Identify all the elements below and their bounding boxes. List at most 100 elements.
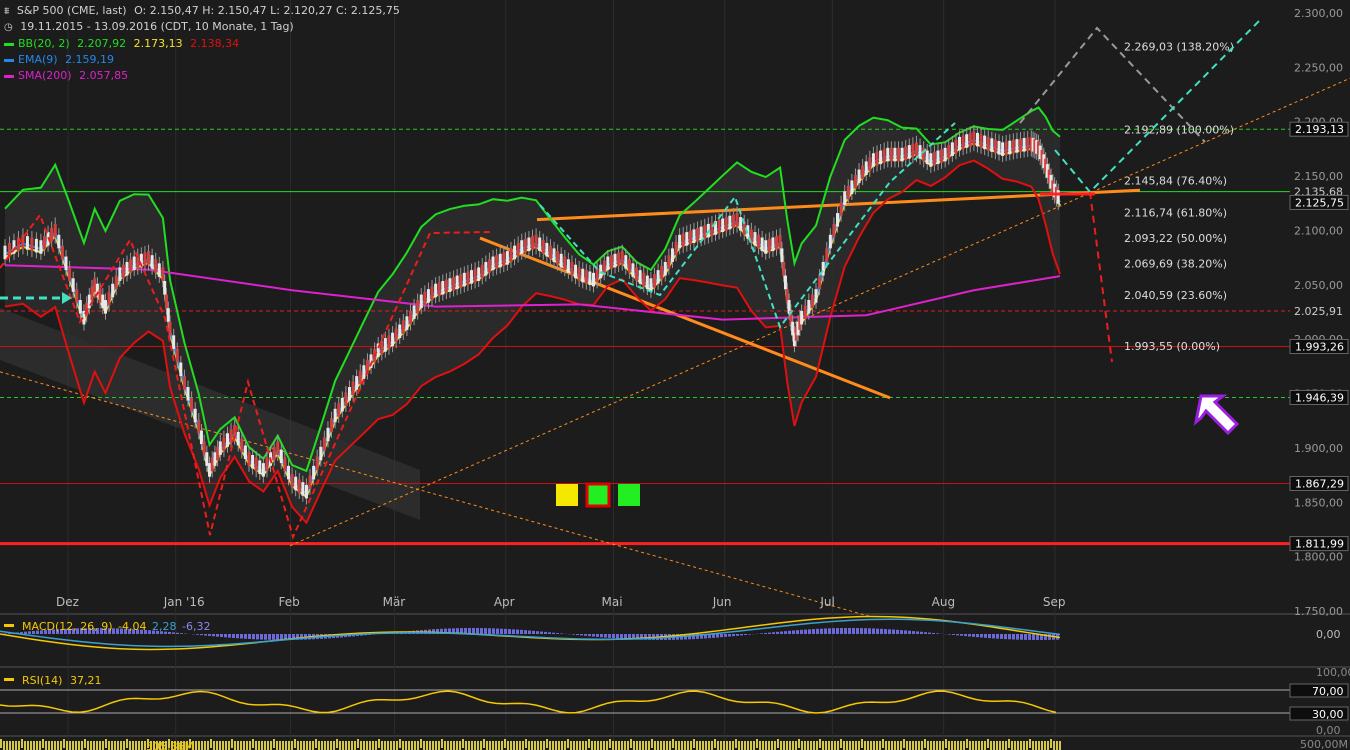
macd-histogram-bar <box>800 629 803 634</box>
volume-bar <box>858 741 860 750</box>
macd-histogram-bar <box>556 633 559 634</box>
candle-body <box>703 225 707 239</box>
volume-bar <box>435 741 437 750</box>
volume-bar <box>1002 741 1004 750</box>
volume-bar <box>894 741 896 750</box>
volume-bar <box>765 741 767 750</box>
candle-body <box>459 274 463 288</box>
volume-bar <box>960 741 962 750</box>
macd-histogram-bar <box>876 628 879 634</box>
volume-bar <box>876 741 878 750</box>
volume-bar <box>606 741 608 750</box>
volume-bar <box>834 741 836 750</box>
macd-histogram-bar <box>916 631 919 634</box>
volume-bar <box>129 741 131 750</box>
macd-histogram-bar <box>1004 634 1007 640</box>
macd-histogram-bar <box>736 634 739 636</box>
macd-histogram-bar <box>764 633 767 634</box>
macd-histogram-bar <box>148 630 151 634</box>
volume-bar <box>828 741 830 750</box>
volume-bar <box>957 741 959 750</box>
candle-body <box>222 437 226 451</box>
legend-bb-name: BB(20, 2) <box>18 37 70 50</box>
macd-histogram-bar <box>848 628 851 634</box>
volume-bar <box>345 741 347 750</box>
rsi-100-label: 100,00 <box>1316 666 1350 679</box>
macd-histogram-bar <box>536 631 539 634</box>
macd-histogram-bar <box>780 631 783 634</box>
macd-histogram-bar <box>1020 634 1023 640</box>
macd-zero-label: 0,00 <box>1316 628 1341 641</box>
candle-body <box>783 275 787 290</box>
macd-label: MACD(12, 26, 9) <box>22 620 113 633</box>
volume-bar <box>45 741 47 750</box>
volume-bar <box>705 741 707 750</box>
volume-bar <box>1044 741 1046 750</box>
candle-body <box>355 376 359 390</box>
macd-histogram-bar <box>788 630 791 634</box>
volume-bar <box>879 741 881 750</box>
volume-bar <box>480 741 482 750</box>
macd-histogram-bar <box>588 634 591 637</box>
volume-bar <box>423 741 425 750</box>
candle-body <box>3 245 7 260</box>
volume-bar <box>501 741 503 750</box>
candle-body <box>889 147 893 162</box>
volume-bar <box>120 741 122 750</box>
volume-bar <box>63 739 65 748</box>
candle-body <box>240 438 244 453</box>
volume-bar <box>591 741 593 750</box>
volume-bar <box>327 741 329 750</box>
volume-bar <box>654 741 656 750</box>
volume-bar <box>342 741 344 750</box>
candle-body <box>670 248 674 262</box>
volume-bar <box>51 741 53 750</box>
volume-bar <box>315 739 317 748</box>
candle-body <box>452 276 456 291</box>
candle-body <box>864 161 868 175</box>
candle-body <box>696 228 700 242</box>
volume-bar <box>246 741 248 750</box>
volume-bar <box>252 739 254 748</box>
volume-bar <box>942 741 944 750</box>
volume-bar <box>546 739 548 748</box>
fib-level-label: 2.093,22 (50.00%) <box>1124 232 1227 245</box>
volume-bar <box>273 739 275 748</box>
volume-bar <box>579 741 581 750</box>
macd-histogram-bar <box>960 634 963 636</box>
macd-histogram-bar <box>236 634 239 639</box>
macd-histogram-bar <box>620 634 623 639</box>
macd-histogram-bar <box>248 634 251 640</box>
macd-histogram-bar <box>856 628 859 634</box>
candle-body <box>412 305 416 320</box>
chart-type-icon[interactable]: ⩩ <box>4 6 9 17</box>
volume-bar <box>378 739 380 748</box>
volume-bar <box>798 739 800 748</box>
legend-sma[interactable]: SMA(200) 2.057,85 <box>4 69 132 83</box>
candle-body <box>276 441 280 455</box>
macd-histogram-bar <box>572 634 575 635</box>
macd-histogram-bar <box>908 630 911 634</box>
volume-bar <box>969 741 971 750</box>
volume-bar <box>39 741 41 750</box>
macd-histogram-bar <box>768 632 771 634</box>
volume-bar <box>318 741 320 750</box>
candle-body <box>803 305 807 320</box>
volume-bar <box>660 741 662 750</box>
candle-body <box>839 202 843 216</box>
candle-body <box>674 241 678 256</box>
volume-bar <box>375 741 377 750</box>
fib-level-label: 2.069,69 (38.20%) <box>1124 257 1227 270</box>
candle-body <box>886 147 890 162</box>
candle-body <box>143 252 147 267</box>
candle-body <box>111 283 115 298</box>
fib-level-label: 2.192,89 (100.00%) <box>1124 123 1234 136</box>
volume-bar <box>936 741 938 750</box>
volume-bar <box>90 741 92 750</box>
legend-ema[interactable]: EMA(9) 2.159,19 <box>4 53 118 67</box>
legend-bb[interactable]: BB(20, 2) 2.207,92 2.173,13 2.138,34 <box>4 37 243 51</box>
volume-bar <box>630 739 632 748</box>
volume-bar <box>624 741 626 750</box>
volume-bar <box>135 741 137 750</box>
volume-bar <box>363 741 365 750</box>
